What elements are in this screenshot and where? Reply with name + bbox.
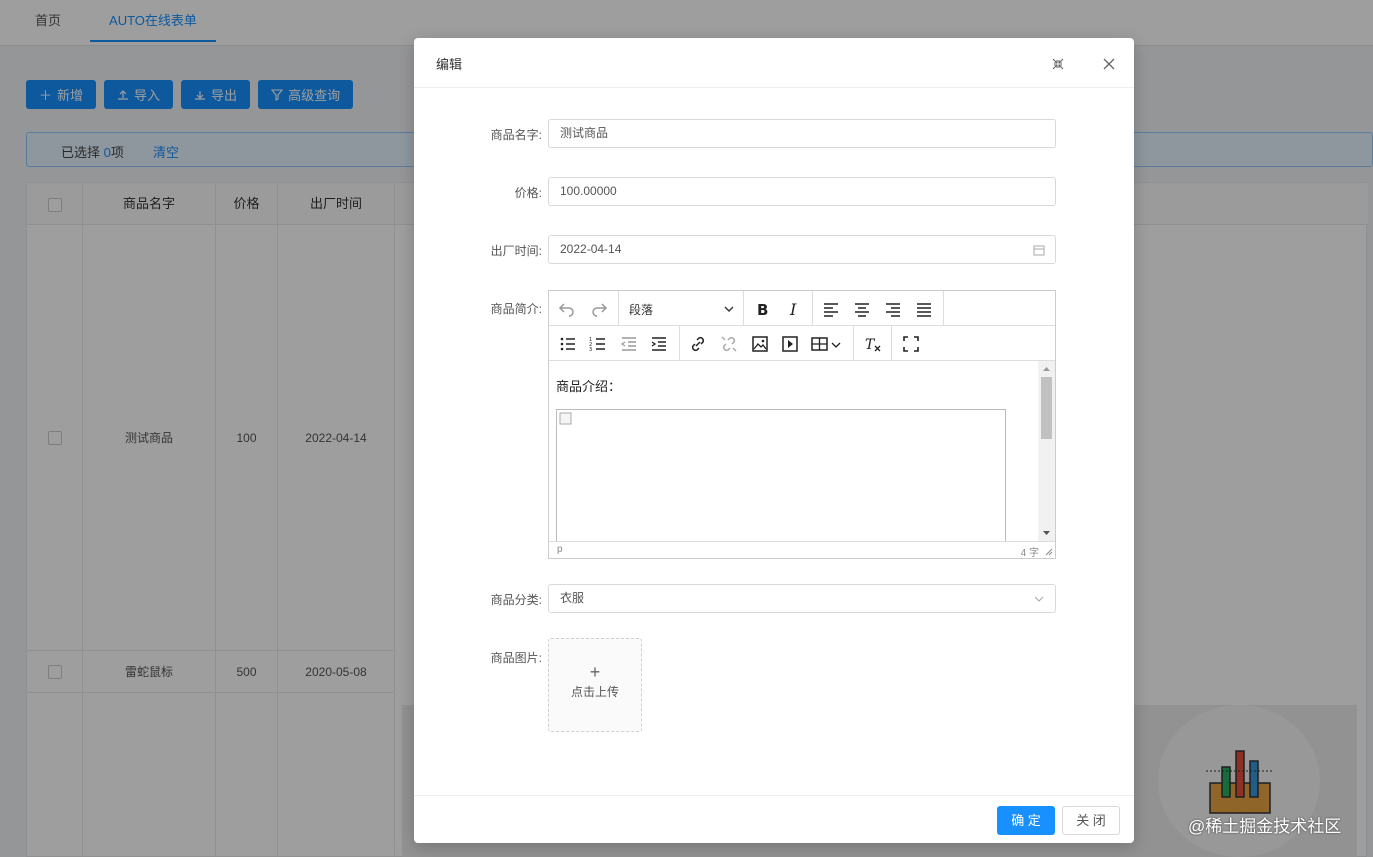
modal-footer: 确 定 关 闭 [414,795,1134,843]
scroll-up-icon[interactable] [1038,363,1055,375]
align-justify-icon[interactable] [914,299,934,319]
align-right-icon[interactable] [883,299,903,319]
broken-image-icon [559,412,572,425]
calendar-icon [1033,245,1045,256]
svg-text:B: B [757,301,768,319]
indent-icon[interactable] [649,334,669,354]
image-label: 商品图片: [490,651,542,665]
date-value: 2022-04-14 [560,242,622,256]
category-value: 衣服 [560,591,585,605]
image-icon[interactable] [750,334,770,354]
price-label: 价格: [514,186,542,200]
table-chevron-down-icon[interactable] [830,334,842,354]
price-input[interactable]: 100.00000 [548,177,1056,206]
name-label: 商品名字: [490,128,542,142]
chevron-down-icon [1034,596,1044,602]
date-label: 出厂时间: [490,244,542,258]
undo-icon[interactable] [557,299,577,319]
numbered-list-icon[interactable]: 123 [588,334,608,354]
scrollbar-thumb[interactable] [1041,377,1052,439]
word-count: 4 字 [1020,548,1039,559]
link-icon[interactable] [688,334,708,354]
align-left-icon[interactable] [821,299,841,319]
upload-text: 点击上传 [570,685,619,699]
collapse-fullscreen-icon[interactable] [1050,56,1066,72]
confirm-button[interactable]: 确 定 [997,806,1055,835]
close-icon[interactable] [1101,56,1117,72]
plus-icon: + [589,662,601,682]
svg-text:T: T [865,337,876,353]
name-input[interactable]: 测试商品 [548,119,1056,148]
svg-text:3: 3 [589,347,592,353]
editor-content-area[interactable]: 商品介绍： [549,361,1038,541]
watermark-text: @稀土掘金技术社区 [1188,817,1342,836]
fullscreen-icon[interactable] [901,334,921,354]
align-center-icon[interactable] [852,299,872,319]
chevron-down-icon [724,306,734,312]
bullet-list-icon[interactable] [558,334,578,354]
media-video-icon[interactable] [780,334,800,354]
svg-text:I: I [789,300,797,319]
editor-toolbar-row-1: 段落 B I [549,291,1055,326]
editor-broken-image[interactable] [556,409,1006,541]
paragraph-format-select[interactable]: 段落 [619,291,744,326]
clear-format-icon[interactable]: T [863,334,883,354]
resize-handle-icon[interactable] [1043,546,1053,556]
close-button[interactable]: 关 闭 [1062,806,1120,835]
date-picker-input[interactable]: 2022-04-14 [548,235,1056,264]
category-label: 商品分类: [490,593,542,607]
editor-statusbar: p 4 字 [549,541,1055,559]
modal-header: 编辑 [414,38,1134,88]
scroll-down-icon[interactable] [1038,527,1055,539]
redo-icon[interactable] [589,299,609,319]
editor-scrollbar[interactable] [1038,361,1055,541]
outdent-icon[interactable] [619,334,639,354]
edit-modal: 编辑 商品名字: 测试商品 价格: 100.00000 出厂时间: 2022-0… [414,38,1134,843]
image-upload-area[interactable]: + 点击上传 [548,638,642,732]
italic-icon[interactable]: I [784,299,804,319]
intro-label: 商品简介: [490,302,542,316]
editor-content-text: 商品介绍： [556,379,622,394]
category-select[interactable]: 衣服 [548,584,1056,613]
modal-title: 编辑 [436,57,463,72]
table-icon[interactable] [810,334,830,354]
element-path[interactable]: p [557,544,563,555]
rich-text-editor: 段落 B I 123 T 商品介绍： p 4 字 [548,290,1056,559]
bold-icon[interactable]: B [752,299,772,319]
editor-toolbar-row-2: 123 T [549,326,1055,361]
unlink-icon[interactable] [719,334,739,354]
